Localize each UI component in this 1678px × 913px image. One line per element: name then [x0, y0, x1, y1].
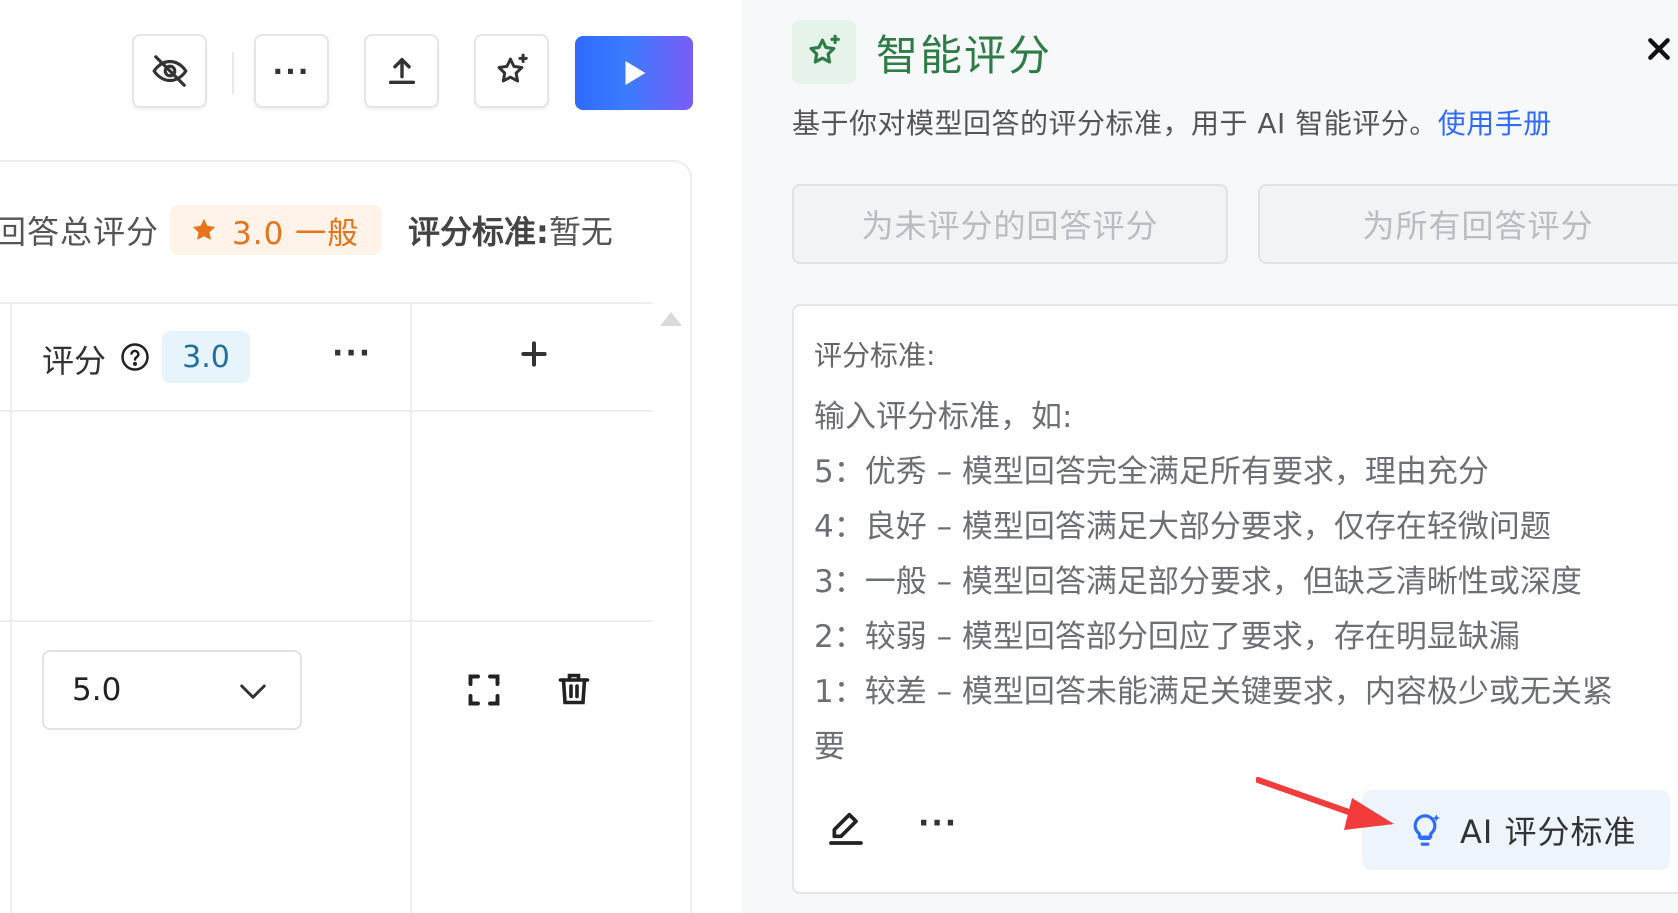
- star-sparkle-icon: [497, 53, 528, 83]
- toolbar-divider: [232, 52, 234, 94]
- editor-label: 评分标准:: [814, 339, 936, 372]
- more-button[interactable]: ···: [254, 34, 329, 108]
- score-select[interactable]: 5.0: [42, 650, 302, 730]
- add-column-icon[interactable]: [518, 338, 550, 370]
- column-more-button[interactable]: ···: [332, 336, 372, 371]
- ai-criteria-label: AI 评分标准: [1460, 813, 1637, 851]
- upload-button[interactable]: [364, 34, 439, 108]
- panel-description-text: 基于你对模型回答的评分标准，用于 AI 智能评分。: [792, 107, 1438, 140]
- column-score-badge: 3.0: [162, 331, 250, 383]
- criteria-summary: 评分标准:暂无: [408, 207, 613, 253]
- column-divider: [10, 302, 12, 913]
- score-card: [0, 160, 692, 913]
- score-select-value: 5.0: [72, 672, 122, 708]
- card-divider: [0, 302, 652, 304]
- overall-score-text: 3.0 一般: [232, 215, 360, 252]
- score-all-button[interactable]: 为所有回答评分: [1258, 184, 1678, 264]
- lightbulb-sparkle-icon: [1413, 814, 1440, 846]
- eye-off-icon: [151, 55, 188, 87]
- chevron-down-icon: [240, 684, 266, 699]
- panel-title: 智能评分: [876, 31, 1053, 80]
- column-divider: [410, 302, 412, 913]
- criteria-line: 输入评分标准，如:: [814, 399, 1073, 435]
- score-column-title: 评分: [42, 342, 107, 380]
- edit-icon[interactable]: [826, 808, 866, 848]
- scroll-up-arrow[interactable]: [660, 312, 682, 326]
- manual-link[interactable]: 使用手册: [1438, 107, 1552, 140]
- play-icon: [625, 60, 646, 86]
- delete-icon[interactable]: [556, 670, 592, 708]
- close-icon[interactable]: [1646, 36, 1672, 62]
- criteria-line: 5：优秀 – 模型回答完全满足所有要求，理由充分: [814, 454, 1489, 490]
- editor-more-button[interactable]: ···: [918, 806, 958, 841]
- row-divider: [0, 620, 652, 622]
- run-button[interactable]: [575, 36, 693, 110]
- criteria-line: 要: [814, 729, 845, 765]
- panel-description: 基于你对模型回答的评分标准，用于 AI 智能评分。使用手册: [792, 102, 1552, 142]
- panel-title-icon-wrap: [792, 20, 856, 84]
- fullscreen-icon[interactable]: [466, 672, 502, 708]
- help-icon[interactable]: [120, 342, 150, 372]
- red-arrow-annotation: [1256, 777, 1394, 830]
- criteria-line: 4：良好 – 模型回答满足大部分要求，仅存在轻微问题: [814, 509, 1551, 545]
- star-sparkle-icon: [809, 34, 840, 64]
- score-unscored-button[interactable]: 为未评分的回答评分: [792, 184, 1228, 264]
- criteria-line: 1：较差 – 模型回答未能满足关键要求，内容极少或无关紧: [814, 674, 1613, 710]
- ai-criteria-button[interactable]: AI 评分标准: [1362, 790, 1670, 870]
- criteria-line: 2：较弱 – 模型回答部分回应了要求，存在明显缺漏: [814, 619, 1520, 655]
- hide-button[interactable]: [132, 34, 207, 108]
- criteria-label: 评分标准:: [408, 213, 549, 251]
- row-divider: [0, 410, 652, 412]
- criteria-line: 3：一般 – 模型回答满足部分要求，但缺乏清晰性或深度: [814, 564, 1582, 600]
- criteria-value: 暂无: [548, 213, 613, 251]
- more-icon: ···: [272, 54, 311, 88]
- upload-icon: [388, 57, 415, 85]
- star-filled-icon: [192, 218, 216, 240]
- summary-label: 回答总评分: [0, 213, 160, 251]
- favorite-button[interactable]: [474, 34, 549, 108]
- criteria-placeholder[interactable]: 输入评分标准，如: 5：优秀 – 模型回答完全满足所有要求，理由充分 4：良好 …: [814, 390, 1664, 775]
- overall-score-badge: 3.0 一般: [170, 205, 382, 255]
